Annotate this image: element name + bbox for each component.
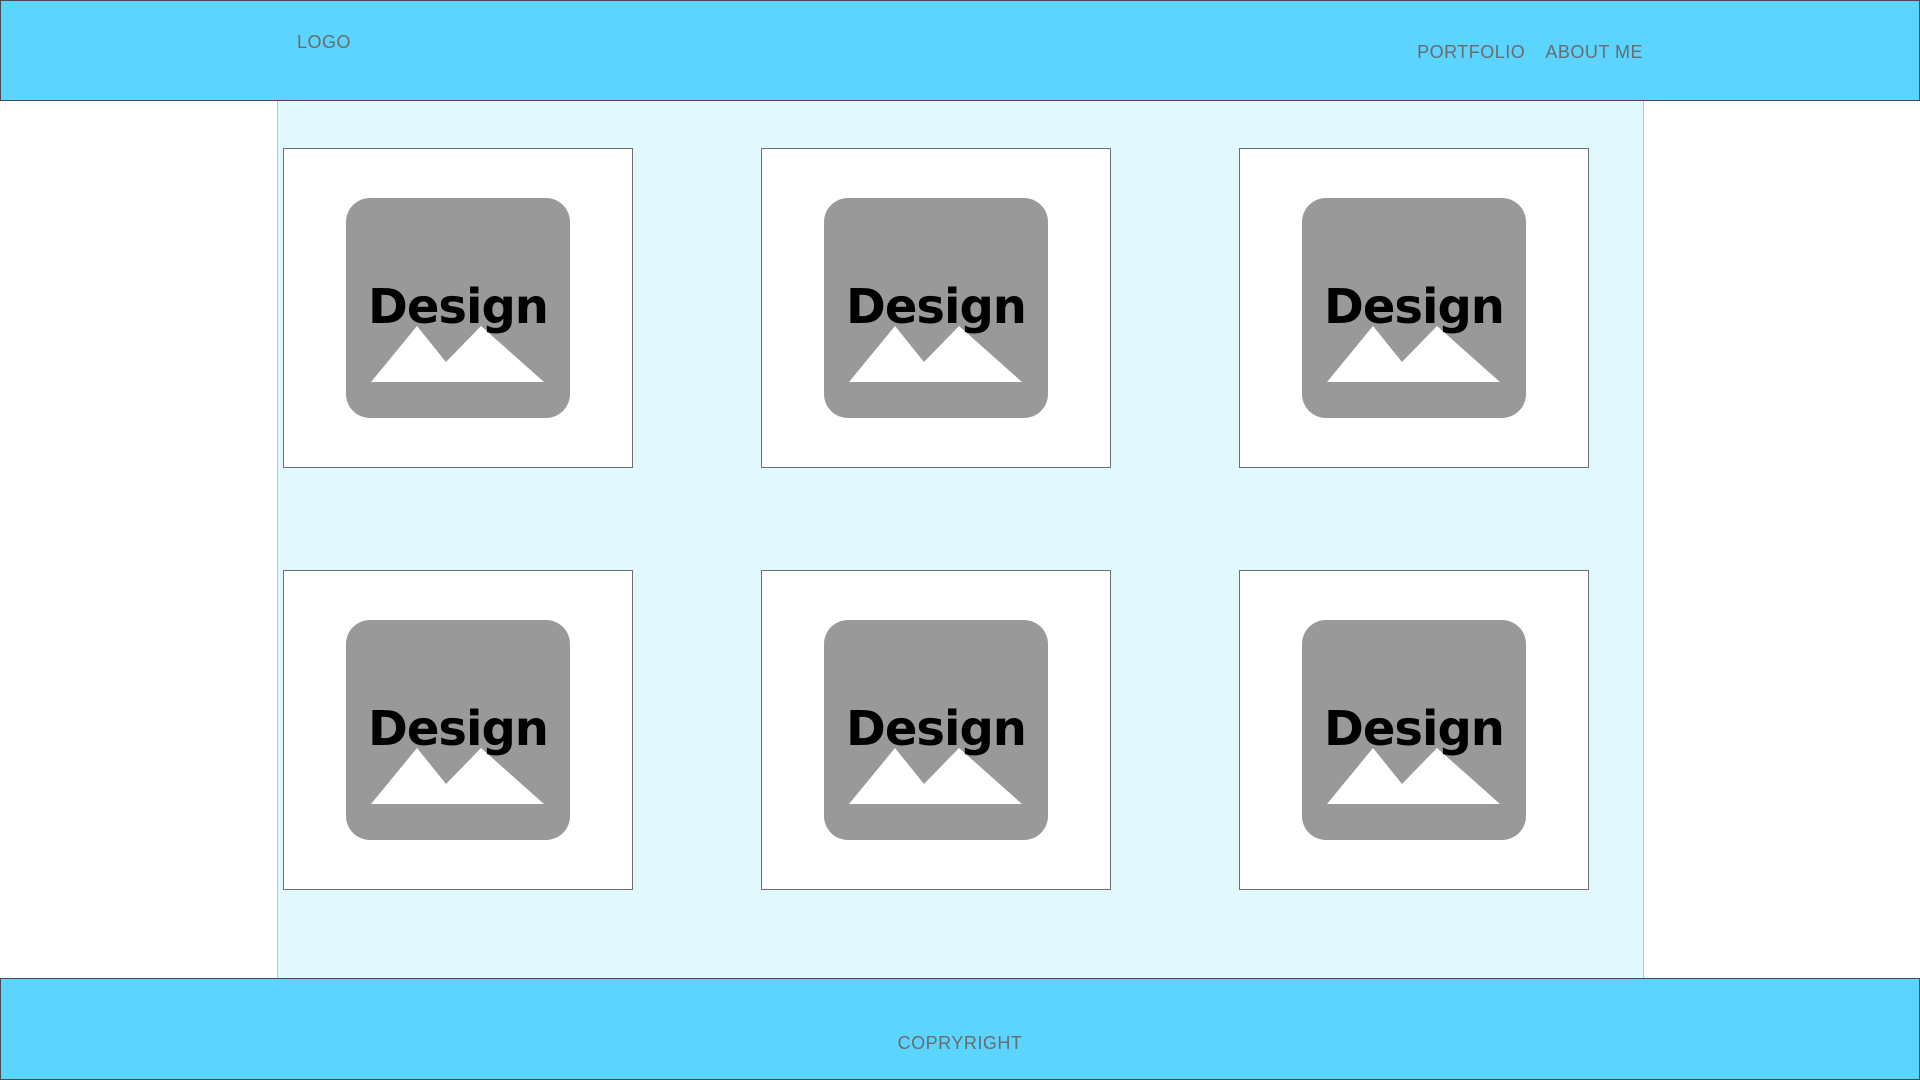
portfolio-card[interactable]: Design: [761, 148, 1111, 468]
copyright-text: COPRYRIGHT: [897, 1033, 1023, 1053]
image-placeholder-icon: Design: [1302, 620, 1526, 840]
portfolio-card[interactable]: Design: [283, 570, 633, 890]
card-label: Design: [1324, 279, 1505, 335]
image-placeholder-icon: Design: [824, 198, 1048, 418]
logo[interactable]: LOGO: [297, 32, 351, 53]
image-placeholder-icon: Design: [346, 198, 570, 418]
portfolio-card[interactable]: Design: [1239, 148, 1589, 468]
site-footer: COPRYRIGHT: [0, 978, 1920, 1080]
card-label: Design: [846, 701, 1027, 757]
nav-about-link[interactable]: ABOUT ME: [1545, 42, 1643, 63]
portfolio-gallery: Design Design Design Design Design Desig…: [277, 101, 1644, 978]
portfolio-card[interactable]: Design: [283, 148, 633, 468]
image-placeholder-icon: Design: [346, 620, 570, 840]
main-nav: PORTFOLIO ABOUT ME: [1417, 42, 1643, 63]
card-label: Design: [368, 279, 549, 335]
portfolio-card[interactable]: Design: [1239, 570, 1589, 890]
site-header: LOGO PORTFOLIO ABOUT ME: [0, 0, 1920, 101]
image-placeholder-icon: Design: [824, 620, 1048, 840]
card-label: Design: [846, 279, 1027, 335]
card-label: Design: [1324, 701, 1505, 757]
portfolio-card[interactable]: Design: [761, 570, 1111, 890]
page: LOGO PORTFOLIO ABOUT ME Design Design De…: [0, 0, 1920, 1080]
card-label: Design: [368, 701, 549, 757]
nav-portfolio-link[interactable]: PORTFOLIO: [1417, 42, 1525, 63]
image-placeholder-icon: Design: [1302, 198, 1526, 418]
